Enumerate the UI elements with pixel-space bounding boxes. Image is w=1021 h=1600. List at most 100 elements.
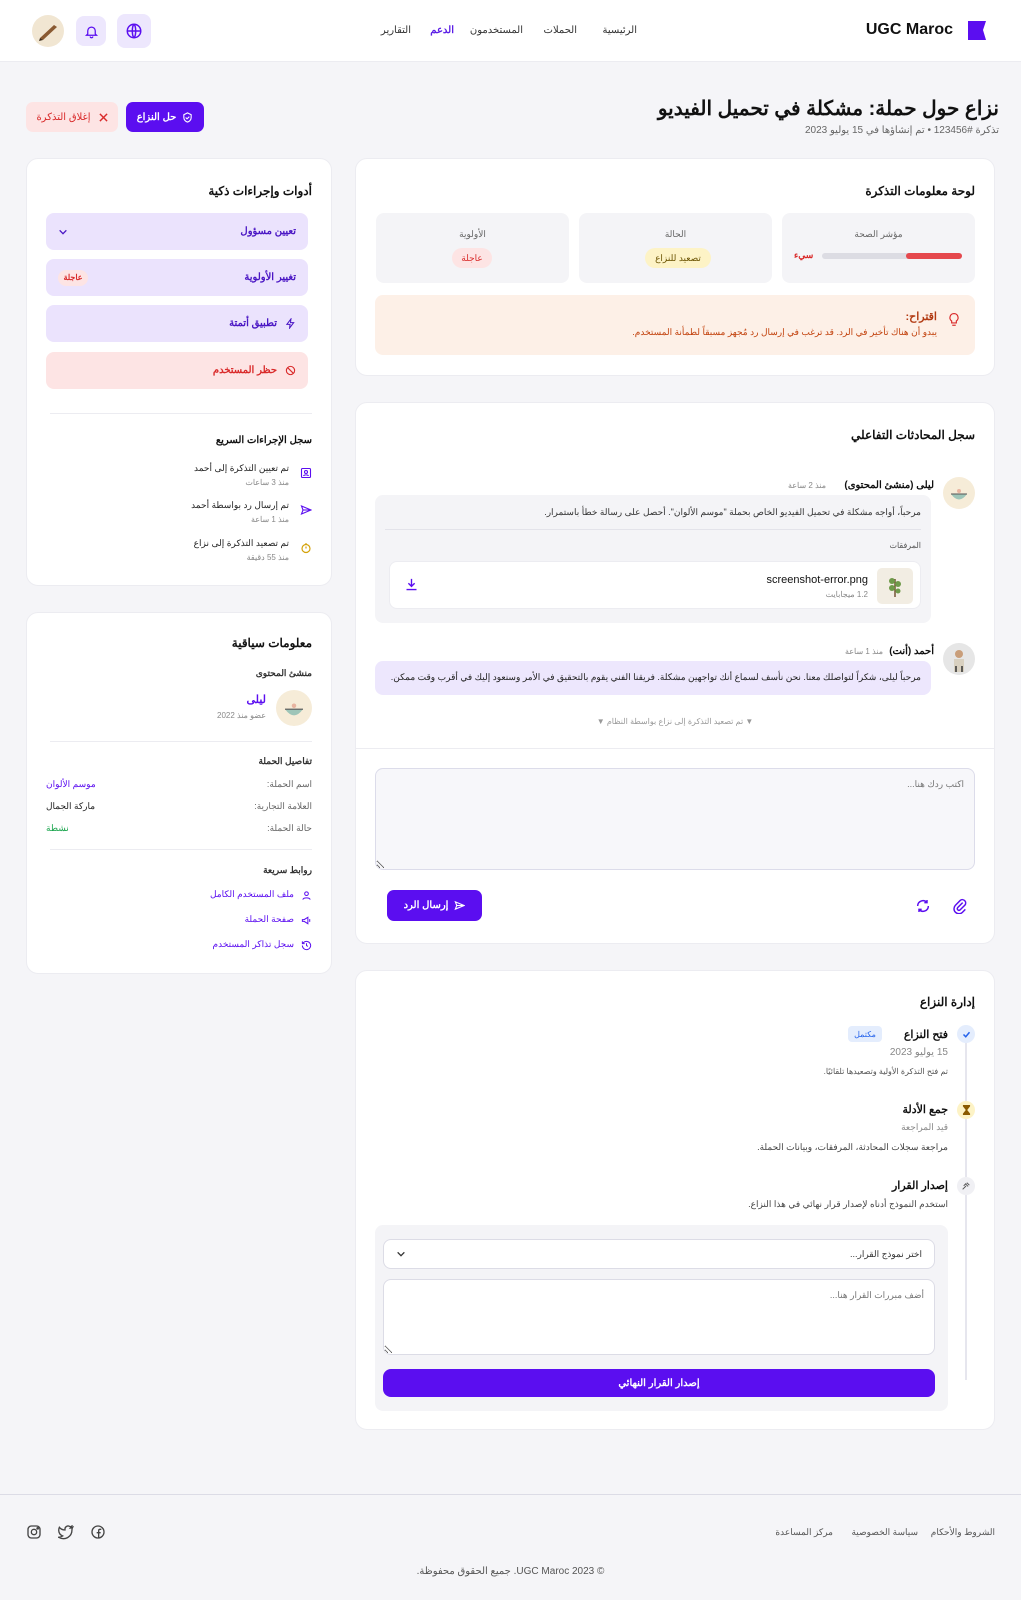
context-divider: [50, 741, 312, 742]
nav-home[interactable]: الرئيسية: [603, 25, 637, 36]
language-button[interactable]: [117, 14, 151, 48]
brand-logo-icon[interactable]: [966, 20, 987, 41]
ticket-meta: تذكرة #123456 • تم إنشاؤها في 15 يوليو 2…: [804, 125, 999, 136]
message-time: منذ 2 ساعة: [787, 481, 826, 490]
download-icon[interactable]: [404, 577, 419, 592]
profile-avatar[interactable]: [32, 15, 64, 47]
step-title: إصدار القرار: [891, 1180, 948, 1192]
dispute-management-card: إدارة النزاع فتح النزاع مكتمل 15 يوليو 2…: [355, 970, 995, 1430]
log-entry-time: منذ 55 دقيقة: [246, 553, 289, 562]
notifications-button[interactable]: [76, 16, 106, 46]
log-entry-text: تم إرسال رد بواسطة أحمد: [191, 500, 289, 510]
nav-users[interactable]: المستخدمون: [470, 25, 523, 36]
action-log-title: سجل الإجراءات السريع: [215, 435, 312, 446]
twitter-icon[interactable]: [58, 1524, 74, 1540]
history-icon: [301, 940, 312, 951]
megaphone-icon: [301, 916, 311, 925]
link-ticket-history[interactable]: سجل تذاكر المستخدم: [213, 939, 294, 950]
message-author: أحمد (أنت): [889, 646, 934, 657]
nav-reports[interactable]: التقارير: [381, 25, 411, 36]
assign-label: تعيين مسؤول: [240, 226, 296, 237]
page-footer: الشروط والأحكام سياسة الخصوصية مركز المس…: [0, 1494, 1021, 1600]
quick-links-title: روابط سريعة: [263, 865, 312, 875]
link-user-profile[interactable]: ملف المستخدم الكامل: [210, 889, 294, 900]
file-name: screenshot-error.png: [766, 574, 869, 586]
dashboard-title: لوحة معلومات التذكرة: [865, 184, 975, 198]
automation-label: تطبيق أتمتة: [229, 318, 277, 329]
attachment-item[interactable]: screenshot-error.png 1.2 ميجابايت: [389, 561, 921, 609]
step-status: قيد المراجعة: [901, 1122, 948, 1132]
step-title: فتح النزاع: [903, 1029, 948, 1041]
issue-final-decision-button[interactable]: إصدار القرار النهائي: [383, 1369, 935, 1397]
ban-user-button[interactable]: حظر المستخدم: [46, 352, 308, 389]
tools-divider: [50, 413, 312, 414]
lightbulb-icon: [949, 312, 959, 326]
campaign-name-value[interactable]: موسم الألوان: [46, 779, 96, 790]
brand-name[interactable]: UGC Maroc: [866, 21, 953, 39]
nav-support[interactable]: الدعم: [430, 25, 454, 36]
brand-label: العلامة التجارية:: [254, 801, 312, 811]
change-priority-button[interactable]: تغيير الأولوية عاجلة: [46, 259, 308, 296]
status-badge: تصعيد للنزاع: [645, 248, 711, 268]
step-title: جمع الأدلة: [902, 1104, 948, 1116]
message-text: مرحباً ليلى، شكراً لتواصلك معنا. نحن نأس…: [390, 672, 921, 682]
close-icon: [98, 112, 108, 122]
creator-avatar: [943, 477, 975, 509]
globe-icon: [126, 23, 142, 39]
campaign-status-label: حالة الحملة:: [267, 823, 312, 833]
ban-icon: [285, 365, 296, 376]
decision-justification-input[interactable]: [383, 1279, 935, 1355]
priority-label: الأولوية: [459, 229, 486, 239]
canned-reply-icon[interactable]: [915, 898, 931, 914]
campaign-status-value: نشطة: [46, 823, 69, 833]
health-box: مؤشر الصحة سيء: [782, 213, 975, 283]
priority-urgent-badge: عاجلة: [58, 269, 88, 286]
message-author: ليلى (منشئ المحتوى): [844, 480, 934, 491]
creator-label: منشئ المحتوى: [255, 668, 312, 678]
step-description: استخدم النموذج أدناه لإصدار قرار نهائي ف…: [748, 1199, 948, 1209]
log-entry-time: منذ 1 ساعة: [250, 515, 289, 524]
nav-campaigns[interactable]: الحملات: [544, 25, 577, 36]
message-time: منذ 1 ساعة: [844, 647, 883, 656]
bell-icon: [84, 26, 98, 38]
paperclip-icon[interactable]: [952, 898, 968, 914]
footer-link-terms[interactable]: الشروط والأحكام: [931, 1527, 995, 1538]
conversation-title: سجل المحادثات التفاعلي: [851, 428, 975, 442]
assign-badge-icon: [300, 467, 312, 479]
campaign-details-title: تفاصيل الحملة: [258, 756, 312, 766]
link-campaign-page[interactable]: صفحة الحملة: [245, 914, 294, 925]
close-ticket-button[interactable]: إغلاق التذكرة: [26, 102, 118, 132]
log-entry-time: منذ 3 ساعات: [245, 478, 289, 487]
step-complete-icon: [957, 1025, 975, 1043]
resolve-label: حل النزاع: [136, 111, 177, 123]
resolve-dispute-button[interactable]: حل النزاع: [126, 102, 204, 132]
lightning-icon: [285, 318, 295, 329]
assign-owner-button[interactable]: تعيين مسؤول: [46, 213, 308, 250]
context-divider: [50, 849, 312, 850]
footer-link-help[interactable]: مركز المساعدة: [775, 1527, 833, 1538]
step-description: مراجعة سجلات المحادثة، المرفقات، وبيانات…: [757, 1142, 948, 1152]
footer-link-privacy[interactable]: سياسة الخصوصية: [851, 1527, 918, 1538]
creator-avatar: [276, 690, 312, 726]
message-text: مرحباً، أواجه مشكلة في تحميل الفيديو الخ…: [544, 507, 921, 517]
attachments-label: المرفقات: [889, 541, 921, 550]
creator-name[interactable]: ليلى: [247, 693, 266, 706]
priority-box: الأولوية عاجلة: [376, 213, 569, 283]
apply-automation-button[interactable]: تطبيق أتمتة: [46, 305, 308, 342]
health-bar: [822, 253, 962, 259]
send-icon: [300, 504, 312, 516]
message-divider: [385, 529, 921, 530]
smart-tools-card: أدوات وإجراءات ذكية تعيين مسؤول تغيير ال…: [26, 158, 332, 586]
chevron-down-icon: [397, 1251, 405, 1257]
send-reply-button[interactable]: إرسال الرد: [387, 890, 482, 921]
status-box: الحالة تصعيد للنزاع: [579, 213, 772, 283]
page-title: نزاع حول حملة: مشكلة في تحميل الفيديو: [657, 98, 999, 120]
send-icon: [454, 900, 466, 911]
reply-input[interactable]: [375, 768, 975, 870]
decision-template-select[interactable]: اختر نموذج القرار...: [383, 1239, 935, 1269]
facebook-icon[interactable]: [90, 1524, 106, 1540]
change-priority-label: تغيير الأولوية: [244, 272, 296, 283]
top-header: UGC Maroc الرئيسية الحملات المستخدمون ال…: [0, 0, 1021, 62]
close-ticket-label: إغلاق التذكرة: [36, 111, 91, 123]
instagram-icon[interactable]: [26, 1524, 42, 1540]
